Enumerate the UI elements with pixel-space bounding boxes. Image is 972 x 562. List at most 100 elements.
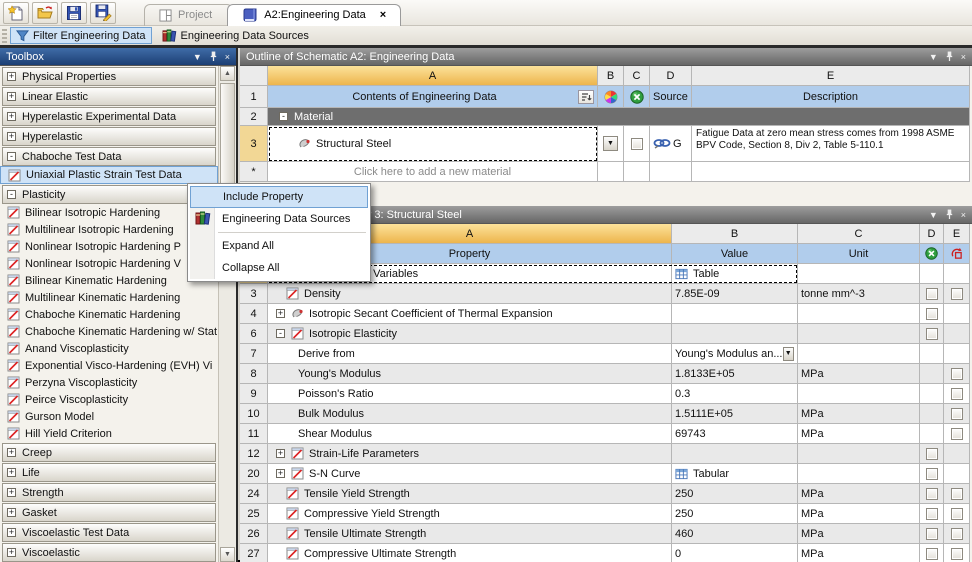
property-value-cell[interactable]: 0.3 — [672, 384, 798, 404]
property-name-cell[interactable]: + Isotropic Secant Coefficient of Thermal… — [268, 304, 672, 324]
menu-item-collapse-all[interactable]: Collapse All — [190, 257, 368, 279]
expand-icon[interactable]: + — [7, 92, 16, 101]
toolbox-item[interactable]: Anand Viscoplasticity — [0, 340, 218, 357]
toolbox-cat-strength[interactable]: + Strength — [2, 483, 216, 502]
toolbox-cat-viscoelastic[interactable]: + Viscoelastic — [2, 543, 216, 562]
toolbox-cat-chaboche-test-data[interactable]: - Chaboche Test Data — [2, 147, 216, 166]
property-value-cell[interactable]: Young's Modulus an... ▼ — [672, 344, 798, 364]
property-name-cell[interactable]: Density — [268, 284, 672, 304]
scroll-up-icon[interactable]: ▲ — [220, 66, 235, 81]
toolbox-item[interactable]: Chaboche Kinematic Hardening — [0, 306, 218, 323]
expand-icon[interactable]: + — [7, 468, 16, 477]
collapse-icon[interactable]: - — [279, 112, 288, 121]
checkbox[interactable] — [950, 487, 963, 500]
checkbox[interactable] — [950, 387, 963, 400]
property-value-cell[interactable]: 69743 — [672, 424, 798, 444]
property-row[interactable]: 26 Tensile Ultimate Strength 460 MPa — [240, 524, 970, 544]
property-row[interactable]: 3 Density 7.85E-09 tonne mm^-3 — [240, 284, 970, 304]
expand-icon[interactable]: + — [7, 488, 16, 497]
sort-filter-icon[interactable] — [578, 89, 594, 104]
toolbox-cat-hyperelastic[interactable]: + Hyperelastic — [2, 127, 216, 146]
close-icon[interactable]: × — [961, 52, 966, 62]
checkbox[interactable] — [950, 547, 963, 560]
new-button[interactable] — [3, 1, 29, 24]
toolbox-item[interactable]: Peirce Viscoplasticity — [0, 391, 218, 408]
property-name-cell[interactable]: + S-N Curve — [268, 464, 672, 484]
property-value-cell[interactable]: 1.8133E+05 — [672, 364, 798, 384]
property-row[interactable]: 10 Bulk Modulus 1.5111E+05 MPa — [240, 404, 970, 424]
expand-icon[interactable]: + — [7, 448, 16, 457]
property-row[interactable]: 20 + S-N Curve Tabular — [240, 464, 970, 484]
col-b-header[interactable]: B — [672, 224, 798, 244]
toolbox-scrollbar[interactable]: ▲ ▼ — [218, 66, 236, 562]
property-name-cell[interactable]: Shear Modulus — [268, 424, 672, 444]
property-name-cell[interactable]: - Isotropic Elasticity — [268, 324, 672, 344]
property-value-cell[interactable]: 0 — [672, 544, 798, 562]
pin-icon[interactable] — [945, 51, 954, 62]
toolbox-item[interactable]: Multilinear Isotropic Hardening — [0, 221, 218, 238]
checkbox[interactable] — [925, 467, 938, 480]
panel-menu-icon[interactable]: ▼ — [193, 52, 202, 62]
property-row[interactable]: 25 Compressive Yield Strength 250 MPa — [240, 504, 970, 524]
property-name-cell[interactable]: Bulk Modulus — [268, 404, 672, 424]
add-material-cell[interactable]: Click here to add a new material — [268, 162, 598, 182]
property-value-cell[interactable]: 1.5111E+05 — [672, 404, 798, 424]
open-button[interactable] — [32, 1, 58, 24]
outline-material-group-row[interactable]: 2 - Material — [240, 108, 970, 126]
filter-engineering-data-button[interactable]: Filter Engineering Data — [10, 27, 152, 44]
checkbox[interactable] — [950, 407, 963, 420]
panel-menu-icon[interactable]: ▼ — [929, 52, 938, 62]
pin-icon[interactable] — [945, 209, 954, 220]
material-name-cell[interactable]: Structural Steel — [268, 126, 598, 162]
checkbox[interactable] — [950, 507, 963, 520]
col-b-header[interactable]: B — [598, 66, 624, 86]
expand-icon[interactable]: - — [7, 152, 16, 161]
toolbox-cat-life[interactable]: + Life — [2, 463, 216, 482]
toolbox-item[interactable]: Perzyna Viscoplasticity — [0, 374, 218, 391]
toolbox-item[interactable]: Bilinear Isotropic Hardening — [0, 204, 218, 221]
expand-icon[interactable]: + — [7, 508, 16, 517]
property-row[interactable]: 8 Young's Modulus 1.8133E+05 MPa — [240, 364, 970, 384]
toolbox-item[interactable]: Exponential Visco-Hardening (EVH) Vi — [0, 357, 218, 374]
pin-icon[interactable] — [209, 51, 218, 62]
expand-icon[interactable]: + — [7, 548, 16, 557]
checkbox[interactable] — [925, 447, 938, 460]
checkbox[interactable] — [630, 137, 643, 150]
dropdown-icon[interactable]: ▼ — [782, 346, 794, 361]
property-name-cell[interactable]: Tensile Ultimate Strength — [268, 524, 672, 544]
toolbox-cat-viscoelastic-test-data[interactable]: + Viscoelastic Test Data — [2, 523, 216, 542]
material-group-cell[interactable]: - Material — [268, 108, 970, 126]
property-value-cell[interactable]: Table — [672, 264, 798, 284]
property-value-cell[interactable]: 250 — [672, 504, 798, 524]
property-value-cell[interactable]: Tabular — [672, 464, 798, 484]
expand-icon[interactable]: + — [7, 132, 16, 141]
property-row[interactable]: 12 + Strain-Life Parameters — [240, 444, 970, 464]
close-icon[interactable]: × — [961, 210, 966, 220]
property-name-cell[interactable]: Compressive Yield Strength — [268, 504, 672, 524]
toolbox-item[interactable]: Nonlinear Isotropic Hardening P — [0, 238, 218, 255]
property-value-cell[interactable]: 7.85E-09 — [672, 284, 798, 304]
expand-icon[interactable]: + — [7, 528, 16, 537]
property-name-cell[interactable]: Tensile Yield Strength — [268, 484, 672, 504]
toolbox-cat-linear-elastic[interactable]: + Linear Elastic — [2, 87, 216, 106]
expand-icon[interactable]: + — [7, 112, 16, 121]
property-value-cell[interactable]: 460 — [672, 524, 798, 544]
tab-close-icon[interactable]: × — [380, 9, 386, 21]
checkbox[interactable] — [925, 327, 938, 340]
checkbox[interactable] — [950, 287, 963, 300]
scroll-down-icon[interactable]: ▼ — [220, 547, 235, 562]
toolbox-item-uniaxial-plastic-strain[interactable]: Uniaxial Plastic Strain Test Data — [0, 166, 218, 184]
expand-icon[interactable]: + — [276, 449, 285, 458]
checkbox[interactable] — [925, 527, 938, 540]
save-as-button[interactable] — [90, 1, 116, 24]
property-name-cell[interactable]: Derive from — [268, 344, 672, 364]
property-row[interactable]: 24 Tensile Yield Strength 250 MPa — [240, 484, 970, 504]
toolbox-item[interactable]: Multilinear Kinematic Hardening — [0, 289, 218, 306]
property-name-cell[interactable]: Poisson's Ratio — [268, 384, 672, 404]
property-value-cell[interactable]: 250 — [672, 484, 798, 504]
col-d-header[interactable]: D — [650, 66, 692, 86]
checkbox[interactable] — [950, 367, 963, 380]
property-name-cell[interactable]: Young's Modulus — [268, 364, 672, 384]
toolbox-cat-gasket[interactable]: + Gasket — [2, 503, 216, 522]
property-row[interactable]: 4 + Isotropic Secant Coefficient of Therm… — [240, 304, 970, 324]
